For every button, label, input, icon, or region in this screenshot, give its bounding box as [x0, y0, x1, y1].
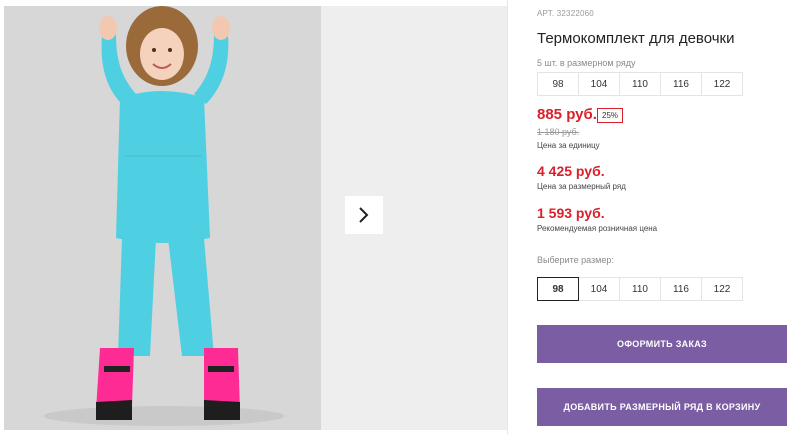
product-gallery: [0, 0, 507, 434]
chevron-right-icon: [359, 207, 369, 223]
product-photo[interactable]: [4, 6, 321, 430]
unit-price: 885 руб.: [537, 106, 597, 123]
size-option-110[interactable]: 110: [619, 277, 661, 301]
retail-price-label: Рекомендуемая розничная цена: [537, 224, 658, 233]
choose-size-label: Выберите размер:: [537, 255, 614, 265]
discount-badge: 25%: [597, 108, 624, 123]
range-size-cell: 110: [619, 72, 661, 96]
product-sku: АРТ. 32322060: [537, 9, 594, 18]
range-count-label: 5 шт. в размерном ряду: [537, 58, 636, 68]
range-price: 4 425 руб.: [537, 163, 605, 179]
gallery-next-button[interactable]: [345, 196, 383, 234]
old-price: 1 180 руб.: [537, 127, 580, 137]
range-size-cell: 98: [537, 72, 579, 96]
size-option-98[interactable]: 98: [537, 277, 579, 301]
product-info-panel: АРТ. 32322060 Термокомплект для девочки …: [507, 0, 800, 434]
unit-price-label: Цена за единицу: [537, 141, 600, 150]
order-button[interactable]: ОФОРМИТЬ ЗАКАЗ: [537, 325, 787, 363]
range-size-cell: 104: [578, 72, 620, 96]
retail-price: 1 593 руб.: [537, 205, 605, 221]
size-selector: 98 104 110 116 122: [537, 277, 743, 301]
add-range-to-cart-button[interactable]: ДОБАВИТЬ РАЗМЕРНЫЙ РЯД В КОРЗИНУ: [537, 388, 787, 426]
size-option-104[interactable]: 104: [578, 277, 620, 301]
product-title: Термокомплект для девочки: [537, 30, 735, 47]
range-size-list: 98 104 110 116 122: [537, 72, 743, 96]
range-size-cell: 116: [660, 72, 702, 96]
girl-illustration: [4, 6, 321, 430]
size-option-116[interactable]: 116: [660, 277, 702, 301]
range-size-cell: 122: [701, 72, 743, 96]
range-price-label: Цена за размерный ряд: [537, 182, 626, 191]
size-option-122[interactable]: 122: [701, 277, 743, 301]
